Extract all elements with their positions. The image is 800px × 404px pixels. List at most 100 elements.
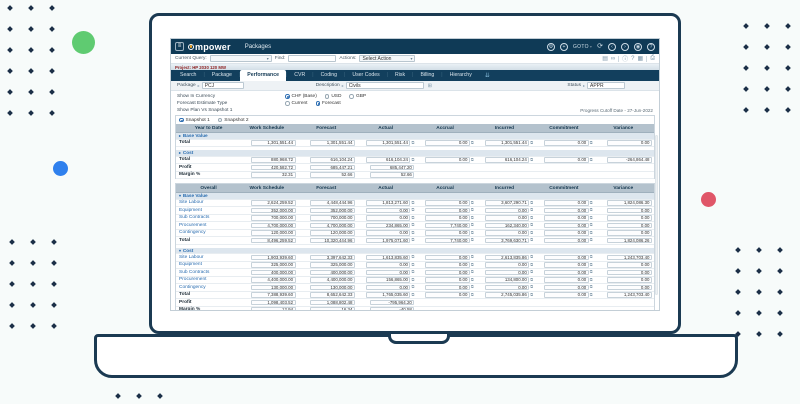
description-input[interactable]: Civils <box>345 82 424 89</box>
tab-performance[interactable]: Performance <box>240 70 286 81</box>
laptop-screen: ≡ mpower Packages ⚙ + GOTO ▾ ⟳ ‹ › ◉ ? Cu… <box>149 13 681 334</box>
drilldown-icon[interactable]: ⧉ <box>590 292 593 297</box>
drilldown-icon[interactable]: ⧉ <box>411 285 414 289</box>
drilldown-icon[interactable]: ⧉ <box>590 285 593 289</box>
tab-risk[interactable]: Risk <box>388 70 412 81</box>
current-query-select[interactable]: ▾ <box>209 55 272 62</box>
drilldown-icon[interactable]: ⧉ <box>411 270 414 274</box>
currency-option-usd[interactable]: USD <box>324 94 341 99</box>
drilldown-icon[interactable]: ⧉ <box>411 200 414 205</box>
drilldown-icon[interactable]: ⧉ <box>530 277 533 282</box>
drilldown-icon[interactable]: ⧉ <box>590 200 593 205</box>
drilldown-icon[interactable]: ⧉ <box>471 208 474 212</box>
drilldown-icon[interactable]: ⧉ <box>411 215 414 220</box>
drilldown-icon[interactable]: ⧉ <box>530 285 533 289</box>
link-icon[interactable]: ∞ <box>611 56 615 62</box>
drilldown-icon[interactable]: ⧉ <box>590 215 593 220</box>
drilldown-icon[interactable]: ⧉ <box>411 277 414 282</box>
estimate-option-forecast[interactable]: Forecast <box>315 101 341 106</box>
record-icon[interactable]: ◉ <box>634 42 642 51</box>
tab-cvr[interactable]: CVR <box>287 70 312 81</box>
drilldown-icon[interactable]: ⧉ <box>530 223 533 227</box>
drilldown-icon[interactable]: ⧉ <box>471 270 474 274</box>
estimate-option-current[interactable]: Current <box>285 101 308 106</box>
drilldown-icon[interactable]: ⧉ <box>530 200 533 205</box>
drilldown-icon[interactable]: ⧉ <box>471 140 474 145</box>
menu-icon[interactable]: ≡ <box>175 42 184 51</box>
drilldown-icon[interactable]: ⧉ <box>411 157 414 162</box>
actions-select[interactable]: Select Action ▾ <box>359 55 416 62</box>
drilldown-icon[interactable]: ⧉ <box>590 230 593 235</box>
drilldown-icon[interactable]: ⧉ <box>530 292 533 297</box>
goto-dropdown[interactable]: GOTO ▾ <box>573 44 592 50</box>
drilldown-icon[interactable]: ⧉ <box>590 277 593 282</box>
tab-billing[interactable]: Billing <box>413 70 441 81</box>
settings-icon[interactable]: ⚙ <box>546 42 555 51</box>
drilldown-icon[interactable]: ⧉ <box>471 255 474 259</box>
drilldown-icon[interactable]: ⧉ <box>471 215 474 220</box>
tab-search[interactable]: Search <box>173 70 203 81</box>
drilldown-icon[interactable]: ⧉ <box>411 255 414 259</box>
drilldown-icon[interactable]: ⧉ <box>530 208 533 212</box>
currency-option-gbp[interactable]: GBP <box>349 94 366 99</box>
drilldown-icon[interactable]: ⧉ <box>590 223 593 227</box>
drilldown-icon[interactable]: ⧉ <box>530 270 533 274</box>
drilldown-icon[interactable]: ⧉ <box>471 262 474 267</box>
drilldown-icon[interactable]: ⧉ <box>471 238 474 242</box>
find-input[interactable] <box>288 55 337 62</box>
drilldown-icon[interactable]: ⧉ <box>530 140 533 145</box>
drilldown-icon[interactable]: ⧉ <box>411 208 414 212</box>
more-tabs-icon[interactable]: ⇊ <box>485 72 490 81</box>
drilldown-icon[interactable]: ⧉ <box>590 262 593 267</box>
drilldown-icon[interactable]: ⧉ <box>471 277 474 282</box>
drilldown-icon[interactable]: ⧉ <box>590 255 593 259</box>
drilldown-icon[interactable]: ⧉ <box>471 223 474 227</box>
drilldown-icon[interactable]: ⧉ <box>530 215 533 220</box>
tab-coding[interactable]: Coding <box>314 70 344 81</box>
tab-user-codes[interactable]: User Codes <box>345 70 386 81</box>
drilldown-icon[interactable]: ⧉ <box>411 140 414 145</box>
back-icon[interactable]: ‹ <box>608 42 616 51</box>
value-field: 7,740.00 <box>425 222 470 228</box>
drilldown-icon[interactable]: ⧉ <box>590 270 593 274</box>
drilldown-icon[interactable]: ⧉ <box>411 292 414 297</box>
drilldown-icon[interactable]: ⧉ <box>411 230 414 235</box>
value-field: 1,613,835.60 <box>365 254 411 260</box>
drilldown-icon[interactable]: ⧉ <box>590 208 593 212</box>
drilldown-icon[interactable]: ⧉ <box>590 140 593 145</box>
drilldown-icon[interactable]: ⧉ <box>411 238 414 242</box>
tab-hierarchy[interactable]: Hierarchy <box>443 70 479 81</box>
drilldown-icon[interactable]: ⧉ <box>590 238 593 242</box>
new-document-icon[interactable]: ▤ <box>602 55 608 62</box>
lookup-icon[interactable]: ⊞ <box>428 83 432 89</box>
package-input[interactable]: PCJ <box>201 82 244 89</box>
topbar-actions: ⚙ + GOTO ▾ ⟳ ‹ › ◉ ? <box>546 42 655 51</box>
drilldown-icon[interactable]: ⧉ <box>471 157 474 162</box>
drilldown-icon[interactable]: ⧉ <box>530 238 533 242</box>
forward-icon[interactable]: › <box>621 42 629 51</box>
status-input[interactable]: APPR <box>587 82 625 89</box>
snapshot-option-snapshot-1[interactable]: Snapshot 1 <box>179 118 210 123</box>
drilldown-icon[interactable]: ⧉ <box>590 157 593 162</box>
info-icon[interactable]: ⓘ <box>622 54 628 63</box>
drilldown-icon[interactable]: ⧉ <box>471 200 474 205</box>
refresh-icon[interactable]: ⟳ <box>597 43 603 51</box>
drilldown-icon[interactable]: ⧉ <box>530 157 533 162</box>
drilldown-icon[interactable]: ⧉ <box>471 285 474 289</box>
help-icon[interactable]: ? <box>647 42 655 51</box>
tab-package[interactable]: Package <box>205 70 239 81</box>
drilldown-icon[interactable]: ⧉ <box>411 262 414 267</box>
help-icon[interactable]: ? <box>631 56 634 62</box>
drilldown-icon[interactable]: ⧉ <box>471 292 474 297</box>
drilldown-icon[interactable]: ⧉ <box>530 255 533 259</box>
drilldown-icon[interactable]: ⧉ <box>530 230 533 235</box>
drilldown-icon[interactable]: ⧉ <box>471 230 474 235</box>
currency-option-chf-base-[interactable]: CHF (Base) <box>285 94 317 99</box>
vertical-scrollbar[interactable] <box>655 135 658 295</box>
drilldown-icon[interactable]: ⧉ <box>411 223 414 227</box>
print-icon[interactable]: ⎙ <box>650 55 655 62</box>
add-icon[interactable]: + <box>559 42 568 51</box>
window-icon[interactable]: ▦ <box>638 55 644 62</box>
drilldown-icon[interactable]: ⧉ <box>530 262 533 267</box>
snapshot-option-snapshot-2[interactable]: Snapshot 2 <box>217 118 249 123</box>
